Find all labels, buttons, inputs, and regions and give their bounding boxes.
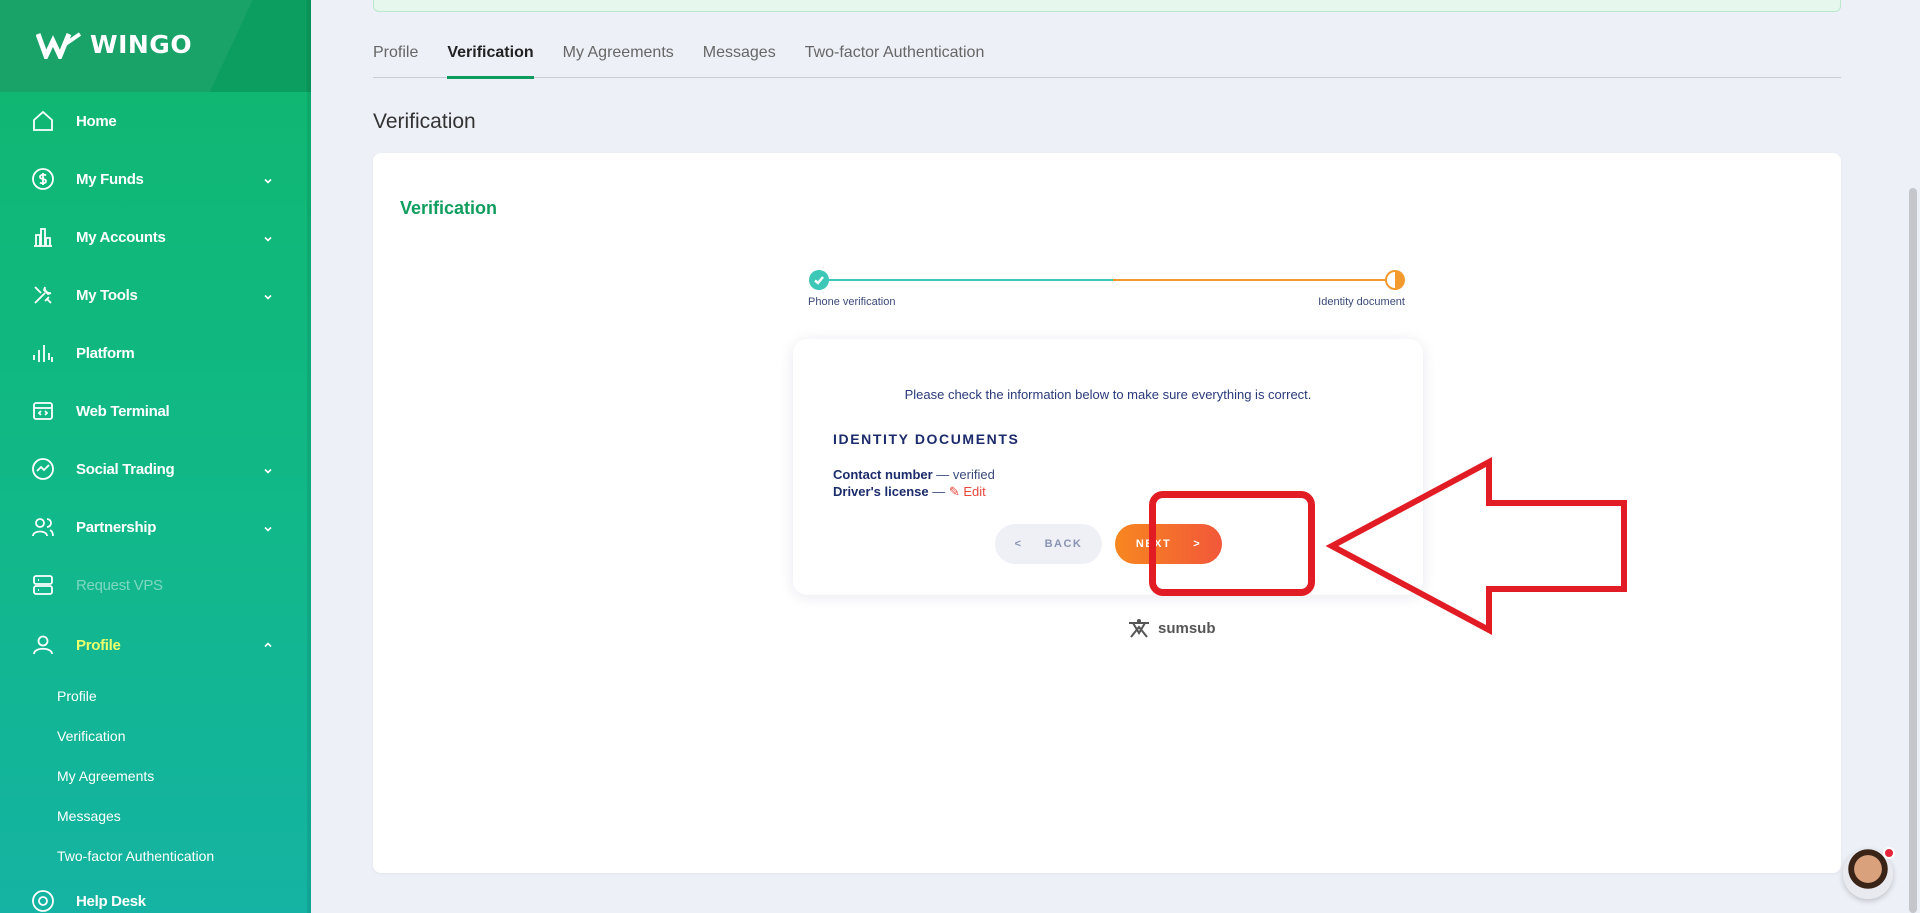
drivers-license-row: Driver's license — ✎ Edit	[833, 484, 986, 500]
chevron-down-icon	[263, 289, 273, 300]
back-label: BACK	[1044, 538, 1083, 550]
sidebar-item-profile[interactable]: Profile	[0, 614, 311, 676]
sumsub-label: sumsub	[1158, 619, 1216, 637]
accounts-icon	[30, 224, 56, 250]
contact-separator: —	[932, 467, 953, 482]
logo[interactable]: WINGO	[36, 30, 192, 59]
chart-bars-icon	[30, 340, 56, 366]
pencil-icon: ✎	[948, 484, 960, 499]
sidebar-item-label: Home	[76, 112, 117, 130]
subnav-item-verification[interactable]: Verification	[57, 716, 311, 756]
sidebar-item-my-funds[interactable]: My Funds	[0, 150, 311, 208]
sidebar-item-label: Profile	[76, 636, 121, 654]
drivers-license-label: Driver's license	[833, 484, 929, 499]
sidebar-header: WINGO	[0, 0, 311, 92]
home-icon	[30, 108, 56, 134]
verification-card: Verification Phone verification Identity…	[373, 153, 1841, 873]
profile-subnav: Profile Verification My Agreements Messa…	[0, 676, 311, 876]
tab-two-factor[interactable]: Two-factor Authentication	[805, 40, 985, 78]
subnav-item-two-factor[interactable]: Two-factor Authentication	[57, 836, 311, 876]
identity-documents-heading: IDENTITY DOCUMENTS	[833, 431, 1020, 447]
sidebar-item-label: My Funds	[76, 170, 144, 188]
main-content: Profile Verification My Agreements Messa…	[311, 0, 1920, 913]
sidebar-item-label: Platform	[76, 344, 135, 362]
step-label-phone: Phone verification	[808, 296, 896, 308]
annotation-arrow-icon	[1326, 456, 1627, 636]
sidebar-item-help-desk[interactable]: Help Desk	[0, 876, 311, 913]
tab-profile[interactable]: Profile	[373, 40, 418, 78]
chevron-down-icon	[263, 521, 273, 532]
contact-number-label: Contact number	[833, 467, 933, 482]
back-button[interactable]: < BACK	[995, 524, 1102, 564]
sidebar-item-label: Web Terminal	[76, 402, 170, 420]
chevron-down-icon	[263, 463, 273, 474]
sidebar-nav: Home My Funds My Accounts My Tools Platf…	[0, 92, 311, 913]
step-complete-check-icon	[809, 270, 829, 290]
users-icon	[30, 514, 56, 540]
step-line-current	[1113, 279, 1385, 281]
verification-stepper: Phone verification Identity document	[807, 269, 1407, 309]
page-scrollbar[interactable]	[1906, 0, 1920, 913]
profile-tabs: Profile Verification My Agreements Messa…	[373, 40, 1841, 79]
tools-icon	[30, 282, 56, 308]
sidebar-item-social-trading[interactable]: Social Trading	[0, 440, 311, 498]
step-line-complete	[819, 279, 1113, 281]
sidebar-item-home[interactable]: Home	[0, 92, 311, 150]
dollar-icon	[30, 166, 56, 192]
contact-number-row: Contact number — verified	[833, 467, 995, 482]
license-separator: —	[928, 484, 949, 499]
support-chat-avatar[interactable]	[1843, 847, 1895, 899]
subnav-item-messages[interactable]: Messages	[57, 796, 311, 836]
sidebar-item-label: My Tools	[76, 286, 138, 304]
edit-license-link[interactable]: ✎ Edit	[949, 484, 986, 499]
sidebar-item-my-tools[interactable]: My Tools	[0, 266, 311, 324]
tab-messages[interactable]: Messages	[703, 40, 776, 78]
brand-name: WINGO	[90, 30, 193, 59]
user-icon	[30, 632, 56, 658]
sidebar-item-label: Request VPS	[76, 576, 163, 594]
subnav-item-my-agreements[interactable]: My Agreements	[57, 756, 311, 796]
sidebar-item-platform[interactable]: Platform	[0, 324, 311, 382]
sidebar-item-request-vps[interactable]: Request VPS	[0, 556, 311, 614]
alert-banner	[373, 0, 1841, 12]
help-icon	[30, 888, 56, 913]
info-text: Please check the information below to ma…	[904, 387, 1312, 402]
sumsub-branding: sumsub	[1125, 617, 1216, 639]
sidebar: WINGO Home My Funds My Accounts My Tools…	[0, 0, 311, 913]
trend-icon	[30, 456, 56, 482]
contact-status: verified	[952, 467, 995, 482]
chevron-up-icon	[263, 637, 273, 648]
sidebar-item-partnership[interactable]: Partnership	[0, 498, 311, 556]
chevron-down-icon	[263, 231, 273, 242]
sidebar-item-my-accounts[interactable]: My Accounts	[0, 208, 311, 266]
subnav-item-profile[interactable]: Profile	[57, 676, 311, 716]
sidebar-item-label: Help Desk	[76, 892, 146, 910]
notification-badge	[1883, 847, 1895, 859]
step-current-indicator-icon	[1385, 270, 1405, 290]
server-icon	[30, 572, 56, 598]
chevron-down-icon	[263, 173, 273, 184]
annotation-highlight-box	[1149, 491, 1315, 596]
step-label-identity: Identity document	[1318, 296, 1405, 308]
sidebar-item-web-terminal[interactable]: Web Terminal	[0, 382, 311, 440]
tab-verification[interactable]: Verification	[447, 40, 534, 79]
scrollbar-thumb[interactable]	[1909, 188, 1917, 913]
sumsub-logo-icon	[1129, 619, 1149, 638]
chevron-left-icon: <	[1014, 538, 1023, 550]
wingo-logo-icon	[36, 31, 82, 59]
terminal-icon	[30, 398, 56, 424]
edit-label: Edit	[963, 484, 986, 499]
card-title: Verification	[400, 198, 498, 218]
sidebar-item-label: My Accounts	[76, 228, 166, 246]
sidebar-item-label: Partnership	[76, 518, 157, 536]
tab-my-agreements[interactable]: My Agreements	[563, 40, 674, 78]
sidebar-item-label: Social Trading	[76, 460, 175, 478]
page-title: Verification	[373, 110, 476, 133]
